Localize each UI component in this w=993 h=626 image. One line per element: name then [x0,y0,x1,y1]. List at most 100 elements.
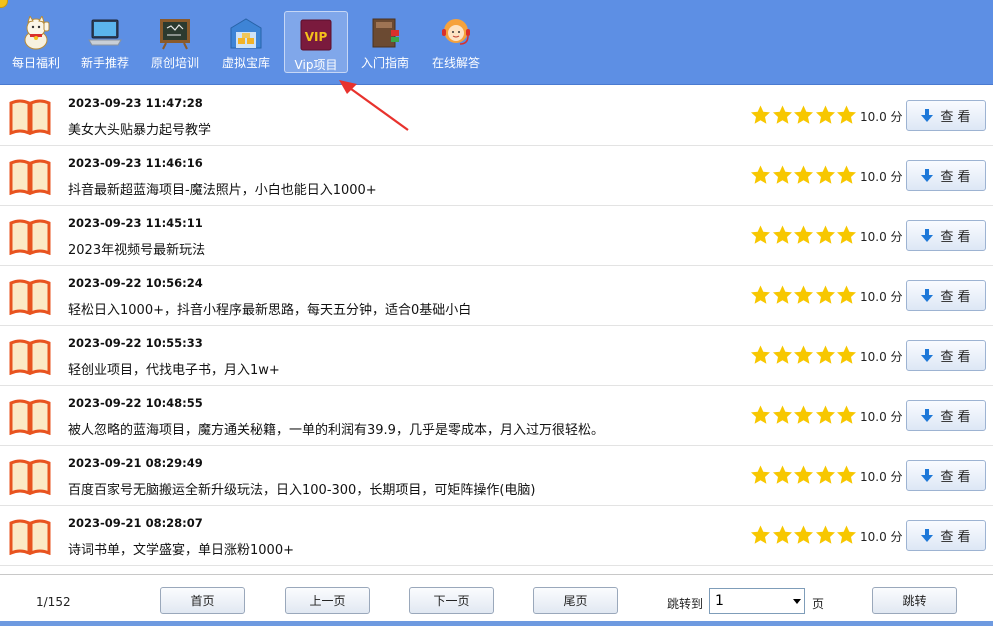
star-icon [815,105,835,124]
vip-icon: VIP [300,19,332,51]
next-page-button[interactable]: 下一页 [409,587,494,614]
toolbar-getting-started-button[interactable]: 入门指南 [353,10,417,74]
star-icon [815,405,835,424]
view-button[interactable]: 查 看 [906,520,986,551]
star-icon [837,165,856,184]
prev-page-button[interactable]: 上一页 [285,587,370,614]
jump-page-value: 1 [715,593,724,609]
jump-go-button[interactable]: 跳转 [872,587,957,614]
view-button[interactable]: 查 看 [906,340,986,371]
toolbar-label: 入门指南 [360,56,409,70]
toolbar-original-training-button[interactable]: 原创培训 [143,10,207,74]
item-timestamp: 2023-09-22 10:56:24 [68,276,203,290]
item-score: 10.0 分 [860,230,903,244]
list-item: 2023-09-23 11:46:16 抖音最新超蓝海项目-魔法照片，小白也能日入… [0,146,993,206]
item-title: 百度百家号无脑搬运全新升级玩法，日入100-300，长期项目，可矩阵操作(电脑) [68,483,536,498]
rating-stars [750,344,858,368]
star-icon [751,165,770,184]
toolbar-online-help-button[interactable]: 在线解答 [424,10,488,74]
star-icon [815,465,835,484]
lucky-cat-icon [24,16,50,50]
star-icon [794,345,813,364]
view-button[interactable]: 查 看 [906,160,986,191]
toolbar-daily-welfare-button[interactable]: 每日福利 [4,10,68,74]
download-arrow-icon [921,528,934,542]
view-button[interactable]: 查 看 [906,400,986,431]
view-button-label: 查 看 [940,530,971,545]
star-icon [794,405,813,424]
star-icon [794,105,813,124]
toolbar-beginner-recommend-button[interactable]: 新手推荐 [73,10,137,74]
item-timestamp: 2023-09-22 10:48:55 [68,396,203,410]
warehouse-icon [230,18,262,49]
item-timestamp: 2023-09-23 11:47:28 [68,96,203,110]
book-icon [9,519,51,555]
download-arrow-icon [921,348,934,362]
star-icon [772,405,792,424]
list-item: 2023-09-23 11:45:11 2023年视频号最新玩法 10.0 分 查 看 [0,206,993,266]
toolbar-label: 虚拟宝库 [221,56,270,70]
book-icon [9,399,51,435]
star-icon [815,285,835,304]
list-item: 2023-09-21 08:29:49 百度百家号无脑搬运全新升级玩法，日入100… [0,446,993,506]
view-button[interactable]: 查 看 [906,280,986,311]
rating-stars [750,464,858,488]
view-button[interactable]: 查 看 [906,100,986,131]
first-page-button[interactable]: 首页 [160,587,245,614]
star-icon [794,165,813,184]
view-button[interactable]: 查 看 [906,220,986,251]
star-icon [772,105,792,124]
star-icon [794,225,813,244]
jump-page-select[interactable]: 1 [709,588,805,614]
star-icon [837,465,856,484]
item-timestamp: 2023-09-21 08:28:07 [68,516,203,530]
star-icon [837,345,856,364]
item-title: 轻松日入1000+，抖音小程序最新思路，每天五分钟，适合0基础小白 [68,303,472,318]
pagination-bar: 1/152 首页 上一页 下一页 尾页 跳转到 1 页 跳转 [0,574,993,626]
list-item: 2023-09-22 10:56:24 轻松日入1000+，抖音小程序最新思路，每… [0,266,993,326]
list-item: 2023-09-23 11:47:28 美女大头贴暴力起号教学 10.0 分 查 看 [0,86,993,146]
item-timestamp: 2023-09-22 10:55:33 [68,336,203,350]
star-icon [815,165,835,184]
star-icon [815,345,835,364]
last-page-button[interactable]: 尾页 [533,587,618,614]
toolbar-label: 在线解答 [431,56,480,70]
view-button-label: 查 看 [940,470,971,485]
view-button[interactable]: 查 看 [906,460,986,491]
toolbar-virtual-treasury-button[interactable]: 虚拟宝库 [214,10,278,74]
view-button-label: 查 看 [940,170,971,185]
star-icon [772,285,792,304]
top-toolbar: 每日福利 新手推荐 原创培训 虚拟宝库 VIP Vip项目 入门指南 在线解答 [0,0,993,85]
item-score: 10.0 分 [860,110,903,124]
star-icon [837,525,856,544]
download-arrow-icon [921,228,934,242]
list-item: 2023-09-22 10:48:55 被人忽略的蓝海项目，魔方通关秘籍，一单的利… [0,386,993,446]
download-arrow-icon [921,468,934,482]
book-icon [9,159,51,195]
star-icon [751,405,770,424]
item-score: 10.0 分 [860,350,903,364]
star-icon [772,525,792,544]
star-icon [751,105,770,124]
download-arrow-icon [921,108,934,122]
toolbar-label: 每日福利 [11,56,60,70]
star-icon [772,345,792,364]
toolbar-vip-projects-button[interactable]: VIP Vip项目 [284,11,348,73]
star-icon [751,285,770,304]
book-icon [9,339,51,375]
list-item: 2023-09-22 10:55:33 轻创业项目，代找电子书，月入1w+ 10.0… [0,326,993,386]
book-icon [9,279,51,315]
star-icon [751,345,770,364]
rating-stars [750,104,858,128]
star-icon [794,285,813,304]
page-indicator: 1/152 [36,595,71,609]
book-icon [9,459,51,495]
bottom-border [0,621,993,626]
laptop-icon [88,19,122,46]
star-icon [794,465,813,484]
red-annotation-arrow [339,80,409,131]
app-badge-icon [0,0,8,8]
star-icon [772,225,792,244]
page-unit-label: 页 [812,597,825,611]
star-icon [837,285,856,304]
